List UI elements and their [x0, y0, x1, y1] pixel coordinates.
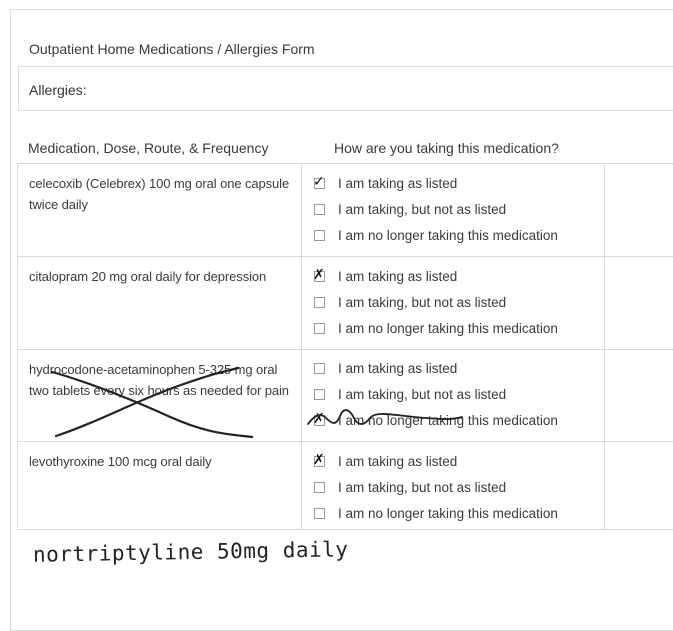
option-label: I am no longer taking this medication [338, 505, 558, 521]
medication-cell: citalopram 20 mg oral daily for depressi… [17, 257, 302, 349]
option-taking-not-as-listed[interactable]: I am taking, but not as listed [314, 384, 506, 404]
option-label: I am no longer taking this medication [338, 227, 558, 243]
medication-name: citalopram 20 mg oral daily for depressi… [29, 269, 267, 284]
option-taking-as-listed[interactable]: ✗ I am taking as listed [313, 266, 458, 286]
checkbox[interactable] [314, 203, 325, 215]
checkbox[interactable] [314, 296, 325, 308]
checkbox[interactable]: ✗ [313, 410, 325, 427]
checkbox[interactable] [314, 229, 325, 241]
option-taking-not-as-listed[interactable]: I am taking, but not as listed [314, 199, 506, 219]
option-label: I am taking, but not as listed [338, 201, 507, 217]
x-mark-icon: ✗ [313, 266, 325, 283]
medications-table: celecoxib (Celebrex) 100 mg oral one cap… [17, 163, 673, 530]
status-options: I am taking as listed I am taking, but n… [302, 350, 605, 441]
option-no-longer-taking[interactable]: I am no longer taking this medication [314, 225, 558, 245]
option-label: I am no longer taking this medication [338, 320, 558, 336]
x-mark-icon: ✗ [313, 410, 325, 427]
option-taking-as-listed[interactable]: ✓ I am taking as listed [313, 173, 458, 193]
option-taking-as-listed[interactable]: I am taking as listed [314, 358, 457, 378]
check-mark-icon: ✓ [313, 173, 325, 190]
option-taking-as-listed[interactable]: ✗ I am taking as listed [313, 451, 458, 471]
checkbox[interactable]: ✗ [313, 266, 325, 283]
medication-name: hydrocodone-acetaminophen 5-325 mg oral … [29, 362, 289, 398]
option-taking-not-as-listed[interactable]: I am taking, but not as listed [314, 477, 506, 497]
option-no-longer-taking[interactable]: I am no longer taking this medication [314, 503, 558, 523]
allergies-field[interactable]: Allergies: [18, 66, 673, 111]
medication-column-header: Medication, Dose, Route, & Frequency [28, 140, 269, 156]
x-mark-icon: ✗ [313, 451, 325, 468]
option-label: I am taking as listed [338, 360, 458, 376]
table-row: levothyroxine 100 mcg oral daily ✗ I am … [17, 442, 673, 530]
option-label: I am no longer taking this medication [338, 412, 558, 428]
option-label: I am taking as listed [338, 175, 458, 191]
option-no-longer-taking[interactable]: ✗ I am no longer taking this medication [313, 410, 558, 430]
status-column-header: How are you taking this medication? [334, 140, 559, 156]
option-label: I am taking, but not as listed [338, 294, 507, 310]
option-no-longer-taking[interactable]: I am no longer taking this medication [314, 318, 558, 338]
status-options: ✗ I am taking as listed I am taking, but… [302, 442, 605, 529]
status-options: ✓ I am taking as listed I am taking, but… [302, 164, 605, 256]
option-label: I am taking, but not as listed [338, 479, 507, 495]
option-label: I am taking as listed [338, 268, 458, 284]
table-row: citalopram 20 mg oral daily for depressi… [17, 257, 673, 350]
option-label: I am taking, but not as listed [338, 386, 507, 402]
status-options: ✗ I am taking as listed I am taking, but… [302, 257, 605, 349]
checkbox[interactable] [314, 507, 325, 519]
table-row: celecoxib (Celebrex) 100 mg oral one cap… [17, 164, 673, 257]
option-taking-not-as-listed[interactable]: I am taking, but not as listed [314, 292, 506, 312]
checkbox[interactable] [314, 388, 325, 400]
medication-name: levothyroxine 100 mcg oral daily [29, 454, 212, 469]
checkbox[interactable] [314, 322, 325, 334]
form-title: Outpatient Home Medications / Allergies … [29, 41, 315, 57]
medication-cell: hydrocodone-acetaminophen 5-325 mg oral … [17, 350, 302, 441]
medication-name: celecoxib (Celebrex) 100 mg oral one cap… [29, 176, 290, 212]
checkbox[interactable]: ✗ [313, 451, 325, 468]
checkbox[interactable]: ✓ [313, 173, 325, 190]
table-row: hydrocodone-acetaminophen 5-325 mg oral … [17, 350, 673, 442]
medication-cell: levothyroxine 100 mcg oral daily [17, 442, 302, 529]
option-label: I am taking as listed [338, 453, 458, 469]
allergies-label: Allergies: [29, 82, 87, 98]
checkbox[interactable] [314, 362, 325, 374]
medication-cell: celecoxib (Celebrex) 100 mg oral one cap… [17, 164, 302, 256]
checkbox[interactable] [314, 481, 325, 493]
